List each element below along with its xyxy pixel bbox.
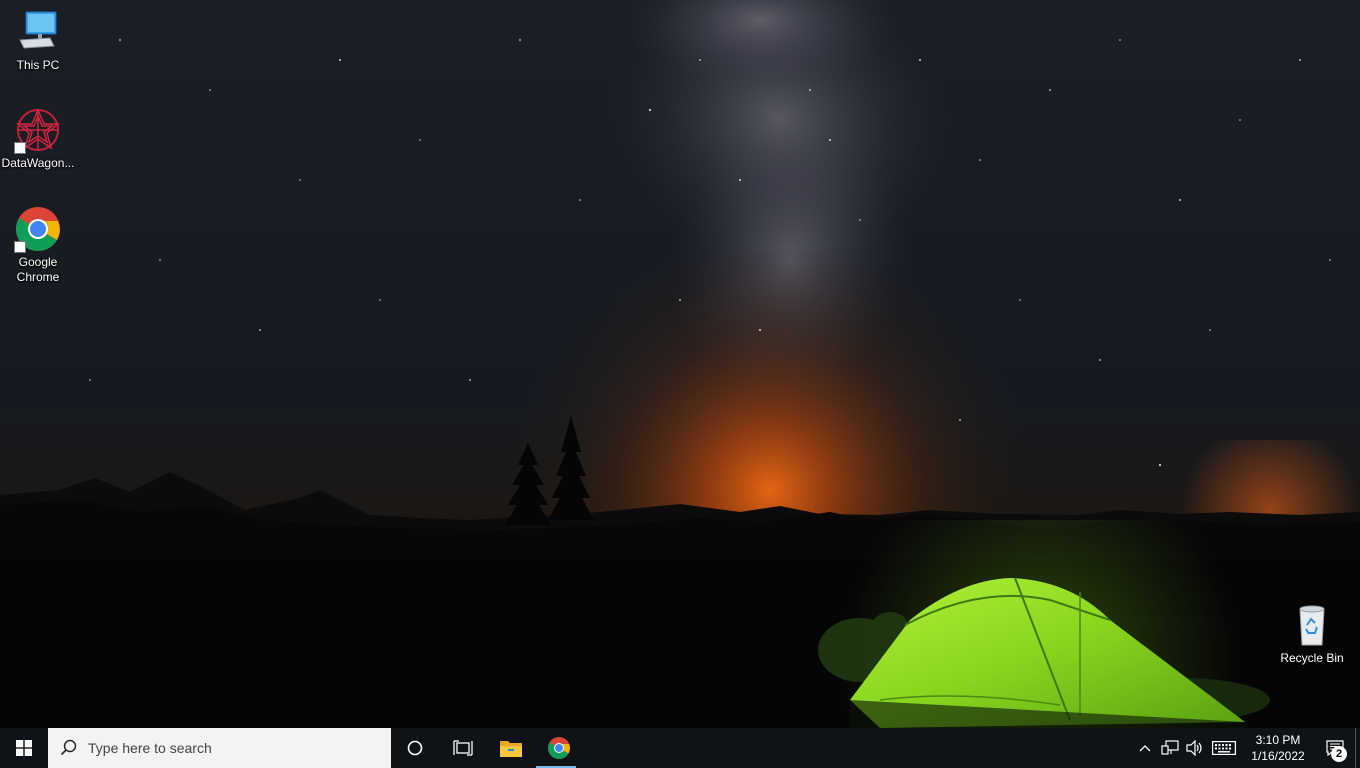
computer-icon [14,8,62,56]
task-view-icon [453,740,473,756]
desktop-icon-this-pc[interactable]: This PC [0,8,76,73]
datawagon-icon [14,106,62,154]
action-center-button[interactable]: 2 [1315,728,1355,768]
taskbar-file-explorer[interactable] [487,728,535,768]
wallpaper-night-sky-tent [0,0,1360,728]
notification-count-badge: 2 [1331,746,1347,762]
search-box[interactable]: Type here to search [48,728,391,768]
speaker-icon [1185,740,1202,756]
desktop-icon-label: This PC [16,58,60,72]
clock-time: 3:10 PM [1255,733,1301,747]
desktop-icon-recycle-bin[interactable]: Recycle Bin [1274,601,1350,666]
chrome-icon [14,205,62,253]
cortana-circle-icon [407,740,423,756]
start-button[interactable] [0,728,48,768]
desktop-icon-google-chrome[interactable]: Google Chrome [0,205,76,285]
show-hidden-icons-button[interactable] [1132,728,1157,768]
windows-logo-icon [16,740,32,756]
shortcut-arrow-icon [14,241,26,253]
recycle-bin-icon [1288,601,1336,649]
cortana-button[interactable] [391,728,439,768]
desktop-icon-label: DataWagon... [1,156,75,170]
clock[interactable]: 3:10 PM 1/16/2022 [1241,728,1315,768]
touch-keyboard-button[interactable] [1207,728,1241,768]
search-placeholder: Type here to search [88,740,212,756]
desktop-icon-datawagon[interactable]: DataWagon... [0,106,76,171]
show-desktop-button[interactable] [1355,728,1360,768]
network-button[interactable] [1157,728,1182,768]
desktop-icon-label: Google Chrome [16,255,60,284]
chevron-up-icon [1139,745,1150,752]
folder-icon [500,741,522,757]
network-icon [1160,740,1179,755]
desktop-icon-label: Recycle Bin [1280,651,1344,665]
taskbar-chrome[interactable] [535,728,583,768]
volume-button[interactable] [1182,728,1207,768]
keyboard-icon [1212,741,1236,755]
system-tray: 3:10 PM 1/16/2022 2 [1132,728,1360,768]
taskbar: Type here to search 3:10 PM 1/16/2022 2 [0,728,1360,768]
shortcut-arrow-icon [14,142,26,154]
task-view-button[interactable] [439,728,487,768]
chrome-icon [548,737,570,759]
clock-date: 1/16/2022 [1251,749,1305,763]
search-icon [60,739,77,756]
desktop-wallpaper [0,0,1360,728]
